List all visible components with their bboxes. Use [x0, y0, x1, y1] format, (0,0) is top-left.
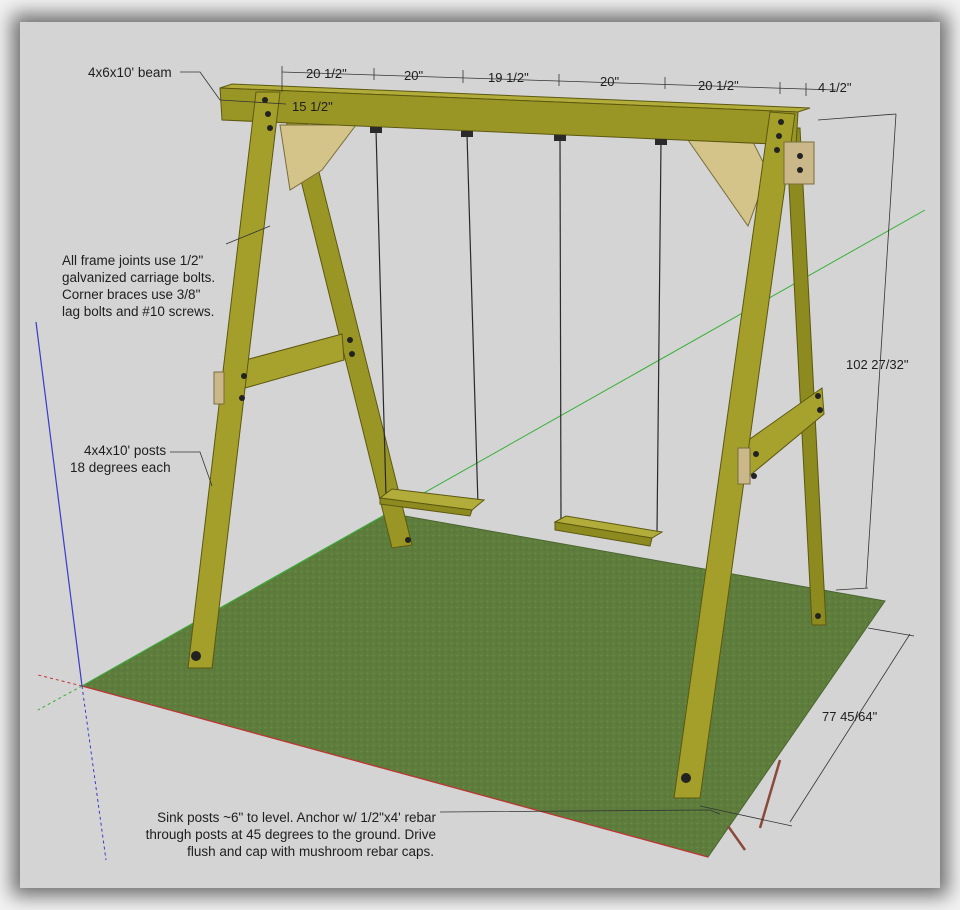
bolt-plate-left: [213, 371, 225, 405]
axis-blue: [35, 321, 83, 687]
axis-red-dashed: [37, 674, 83, 687]
dim-top-4: 20": [600, 74, 619, 89]
swing-seat-right: [553, 515, 664, 547]
label-sink-line-3: flush and cap with mushroom rebar caps.: [187, 844, 434, 859]
label-joints-line-4: lag bolts and #10 screws.: [62, 304, 214, 319]
dim-top-2: 20": [404, 68, 423, 83]
dim-top-3: 19 1/2": [488, 70, 529, 85]
label-sink-line-2: through posts at 45 degrees to the groun…: [146, 827, 436, 842]
post-back-right: [785, 127, 827, 626]
dim-top-5: 20 1/2": [698, 78, 739, 93]
label-posts-line-2: 18 degrees each: [70, 460, 171, 475]
label-joints-line-1: All frame joints use 1/2": [62, 253, 204, 268]
post-back-left: [285, 119, 413, 549]
dim-top-1: 20 1/2": [306, 66, 347, 81]
axis-green-dashed: [37, 685, 83, 711]
cross-brace-left: [237, 333, 345, 391]
label-sink-line-1: Sink posts ~6" to level. Anchor w/ 1/2"x…: [157, 810, 436, 825]
label-beam: 4x6x10' beam: [88, 65, 172, 80]
bolt-plate-right: [783, 141, 815, 185]
bolt-plate-front-right: [737, 447, 751, 485]
dim-top-6: 4 1/2": [818, 80, 852, 95]
dim-depth: 77 45/64": [822, 709, 878, 724]
label-joints-line-2: galvanized carriage bolts.: [62, 270, 215, 285]
swing-set-diagram: 4x6x10' beam All frame joints use 1/2" g…: [35, 65, 926, 861]
label-joints-line-3: Corner braces use 3/8": [62, 287, 201, 302]
axis-blue-dashed: [81, 685, 107, 861]
dim-height: 102 27/32": [846, 357, 909, 372]
label-posts-line-1: 4x4x10' posts: [84, 443, 166, 458]
screenshot-stage: 4x6x10' beam All frame joints use 1/2" g…: [0, 0, 960, 910]
dim-end-offset: 15 1/2": [292, 99, 333, 114]
swing-chains: [375, 129, 662, 534]
